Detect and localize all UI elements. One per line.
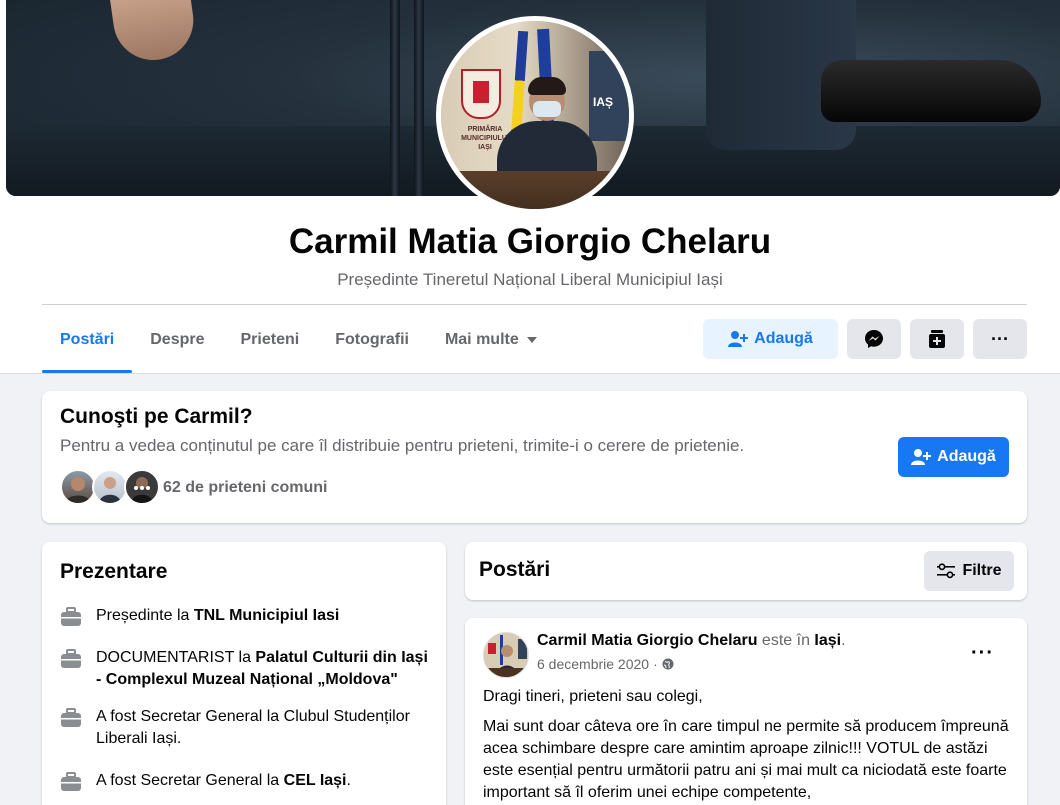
post-author-name[interactable]: Carmil Matia Giorgio Chelaru <box>537 632 757 649</box>
intro-item-work: DOCUMENTARIST la Palatul Culturii din Ia… <box>60 647 430 691</box>
suggestion-title: Cunoşti pe Carmil? <box>60 405 253 428</box>
workplace-link[interactable]: CEL Iași <box>284 772 347 789</box>
friend-suggestion-card: Cunoşti pe Carmil? Pentru a vedea conțin… <box>42 391 1027 523</box>
post-text-paragraph: Dragi tineri, prieteni sau colegi, <box>483 688 703 705</box>
post-date[interactable]: 6 decembrie 2020 <box>537 656 649 672</box>
add-friend-icon <box>728 331 749 347</box>
post-card: Carmil Matia Giorgio Chelaru este în Iaș… <box>465 618 1027 805</box>
more-options-button[interactable]: ··· <box>973 319 1027 359</box>
tab-friends[interactable]: Prieteni <box>223 318 318 374</box>
posts-title: Postări <box>479 558 551 581</box>
intro-item-work: Președinte la TNL Municipiul Iasi <box>60 605 430 627</box>
intro-card: Prezentare Președinte la TNL Municipiul … <box>42 542 446 805</box>
post-text-paragraph: Mai sunt doar câteva ore în care timpul … <box>483 718 1009 801</box>
filter-sliders-icon <box>937 563 956 579</box>
more-icon: ··· <box>991 328 1009 349</box>
stories-icon <box>929 330 945 348</box>
briefcase-icon <box>61 708 81 727</box>
mutual-friends-link[interactable]: 62 de prieteni comuni <box>163 479 327 497</box>
avatar <box>92 469 128 505</box>
add-friend-icon <box>911 449 932 465</box>
avatar <box>60 469 96 505</box>
globe-icon <box>662 658 674 670</box>
filters-button[interactable]: Filtre <box>924 551 1014 591</box>
post-header-text: Carmil Matia Giorgio Chelaru este în Iaș… <box>537 632 846 649</box>
post-author-avatar[interactable] <box>483 632 529 678</box>
tab-photos[interactable]: Fotografii <box>317 318 427 374</box>
briefcase-icon <box>61 607 81 626</box>
iasi-crest-icon <box>461 69 501 119</box>
briefcase-icon <box>61 772 81 791</box>
profile-name: Carmil Matia Giorgio Chelaru <box>288 222 772 261</box>
message-button[interactable] <box>847 319 901 359</box>
messenger-icon <box>865 330 883 348</box>
briefcase-icon <box>61 649 81 668</box>
tab-posts[interactable]: Postări <box>42 318 133 374</box>
mutual-friends-avatars[interactable] <box>60 469 160 505</box>
header-divider <box>42 304 1027 305</box>
post-meta: 6 decembrie 2020 · <box>537 656 674 672</box>
profile-bio: Președinte Tineretul Național Liberal Mu… <box>337 270 723 289</box>
tab-about[interactable]: Despre <box>132 318 222 374</box>
tab-more[interactable]: Mai multe <box>427 318 555 374</box>
cover-hand <box>109 0 199 66</box>
meta-separator: · <box>653 656 658 672</box>
poster-text: IAȘ <box>593 95 614 109</box>
intro-item-work: A fost Secretar General la CEL Iași. <box>60 770 430 792</box>
caret-down-icon <box>526 336 537 343</box>
add-friend-button[interactable]: Adaugă <box>703 319 838 359</box>
stories-button[interactable] <box>910 319 964 359</box>
add-friend-button-primary[interactable]: Adaugă <box>898 437 1009 477</box>
avatar <box>124 469 160 505</box>
posts-header-card: Postări Filtre <box>465 542 1027 600</box>
post-options-icon[interactable]: ··· <box>971 642 994 665</box>
profile-picture[interactable]: PRIMĂRIA MUNICIPIULUI IAȘI IAȘ <box>436 16 634 214</box>
intro-item-work: A fost Secretar General la Clubul Studen… <box>60 706 430 750</box>
post-location-link[interactable]: Iași <box>814 632 841 649</box>
cover-shoe <box>821 60 1041 122</box>
suggestion-description: Pentru a vedea conținutul pe care îl dis… <box>60 436 745 455</box>
intro-title: Prezentare <box>60 560 168 583</box>
poster: IAȘ <box>589 51 629 141</box>
workplace-link[interactable]: TNL Municipiul Iasi <box>194 607 340 624</box>
profile-tabs: Postări Despre Prieteni Fotografii Mai m… <box>42 318 555 374</box>
